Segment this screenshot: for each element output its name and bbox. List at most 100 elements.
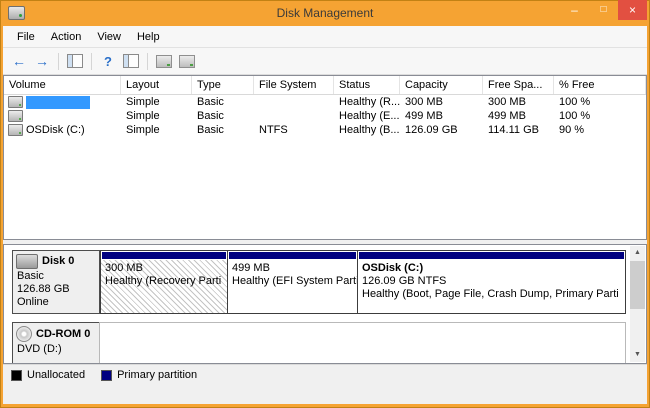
disk-type: DVD (D:) [17,343,99,356]
close-button[interactable]: × [618,0,647,20]
menu-help[interactable]: Help [129,28,168,46]
hard-disk-icon [16,254,38,269]
cell-status: Healthy (B... [334,124,400,136]
client-area: File Action View Help ← → ? Volume Layou… [3,26,647,404]
disk-name: CD-ROM 0 [36,328,90,341]
partition-color-band [359,252,624,260]
cell-file-system: NTFS [254,124,334,136]
volume-row-recovery[interactable]: Simple Basic Healthy (R... 300 MB 300 MB… [4,95,646,109]
menubar: File Action View Help [3,26,647,48]
graphical-view-pane: Disk 0 Basic 126.88 GB Online 300 MB Hea… [3,244,647,364]
volume-icon [8,110,23,122]
menu-action[interactable]: Action [43,28,90,46]
volume-icon [8,96,23,108]
cell-pct-free: 100 % [554,110,646,122]
cd-rom-icon [16,326,32,342]
partition-efi[interactable]: 499 MB Healthy (EFI System Partit [227,250,358,314]
partition-color-band [229,252,356,260]
cdrom-0-label[interactable]: CD-ROM 0 DVD (D:) [12,322,100,364]
app-icon[interactable] [8,6,25,20]
scroll-down-icon[interactable]: ▼ [630,348,645,362]
column-header-pct-free[interactable]: % Free [554,76,646,94]
partition-recovery[interactable]: 300 MB Healthy (Recovery Parti [100,250,228,314]
forward-icon[interactable]: → [32,51,52,71]
partition-status: Healthy (Recovery Parti [105,275,223,288]
window-title: Disk Management [3,6,647,20]
cell-type: Basic [192,124,254,136]
cell-capacity: 499 MB [400,110,483,122]
partition-osdisk[interactable]: OSDisk (C:) 126.09 GB NTFS Healthy (Boot… [357,250,626,314]
toolbar-separator [58,53,59,70]
column-header-type[interactable]: Type [192,76,254,94]
toolbar-separator [91,53,92,70]
volume-icon [8,124,23,136]
disk-management-window: Disk Management – □ × File Action View H… [0,0,650,408]
partition-size: 126.09 GB NTFS [362,275,621,288]
primary-partition-swatch [101,370,112,381]
disk-0-label[interactable]: Disk 0 Basic 126.88 GB Online [12,250,100,314]
disk-name: Disk 0 [42,255,74,268]
column-header-status[interactable]: Status [334,76,400,94]
partition-name: OSDisk (C:) [362,262,621,275]
column-header-free-space[interactable]: Free Spa... [483,76,554,94]
column-header-volume[interactable]: Volume [4,76,121,94]
disk-list-view-icon[interactable] [154,51,174,71]
cell-status: Healthy (E... [334,110,400,122]
cell-free-space: 114.11 GB [483,124,554,136]
disk-type: Basic [17,270,99,283]
show-console-tree-icon[interactable] [65,51,85,71]
minimize-button[interactable]: – [560,0,589,20]
legend-label-unallocated: Unallocated [27,369,85,381]
cell-layout: Simple [121,96,192,108]
legend-label-primary-partition: Primary partition [117,369,197,381]
cell-status: Healthy (R... [334,96,400,108]
scrollbar-thumb[interactable] [630,261,645,309]
cdrom-0-row: CD-ROM 0 DVD (D:) [12,322,626,364]
maximize-button[interactable]: □ [589,0,618,20]
cell-type: Basic [192,110,254,122]
legend-bar: Unallocated Primary partition [3,364,647,385]
unallocated-swatch [11,370,22,381]
volume-row-efi[interactable]: Simple Basic Healthy (E... 499 MB 499 MB… [4,109,646,123]
partition-color-band [102,252,226,260]
cell-type: Basic [192,96,254,108]
cell-layout: Simple [121,110,192,122]
partition-status: Healthy (Boot, Page File, Crash Dump, Pr… [362,288,621,301]
volume-row-osdisk[interactable]: OSDisk (C:) Simple Basic NTFS Healthy (B… [4,123,646,137]
column-header-layout[interactable]: Layout [121,76,192,94]
volume-label: OSDisk (C:) [26,124,85,136]
cell-pct-free: 90 % [554,124,646,136]
toolbar-separator [147,53,148,70]
volume-list-pane: Volume Layout Type File System Status Ca… [3,75,647,240]
cell-capacity: 300 MB [400,96,483,108]
cell-pct-free: 100 % [554,96,646,108]
partition-size: 300 MB [105,262,223,275]
partition-status: Healthy (EFI System Partit [232,275,353,288]
disk-size: 126.88 GB [17,283,99,296]
cdrom-media-area[interactable] [99,322,626,364]
disk-status: Online [17,296,99,309]
partition-size: 499 MB [232,262,353,275]
selected-volume-label [26,96,90,109]
help-icon[interactable]: ? [98,51,118,71]
column-header-file-system[interactable]: File System [254,76,334,94]
menu-view[interactable]: View [89,28,129,46]
disk-0-row: Disk 0 Basic 126.88 GB Online 300 MB Hea… [12,250,626,314]
menu-file[interactable]: File [9,28,43,46]
cell-layout: Simple [121,124,192,136]
vertical-scrollbar[interactable]: ▲ ▼ [630,246,645,362]
graphical-view-icon[interactable] [177,51,197,71]
cell-free-space: 300 MB [483,96,554,108]
cell-capacity: 126.09 GB [400,124,483,136]
show-action-pane-icon[interactable] [121,51,141,71]
column-header-capacity[interactable]: Capacity [400,76,483,94]
window-controls: – □ × [560,0,647,20]
disk-0-partitions: 300 MB Healthy (Recovery Parti 499 MB He… [100,250,626,314]
toolbar: ← → ? [3,48,647,75]
volume-list-header: Volume Layout Type File System Status Ca… [4,76,646,95]
window-bottom-filler [3,385,647,404]
cell-free-space: 499 MB [483,110,554,122]
scroll-up-icon[interactable]: ▲ [630,246,645,260]
titlebar[interactable]: Disk Management – □ × [3,0,647,26]
back-icon[interactable]: ← [9,51,29,71]
